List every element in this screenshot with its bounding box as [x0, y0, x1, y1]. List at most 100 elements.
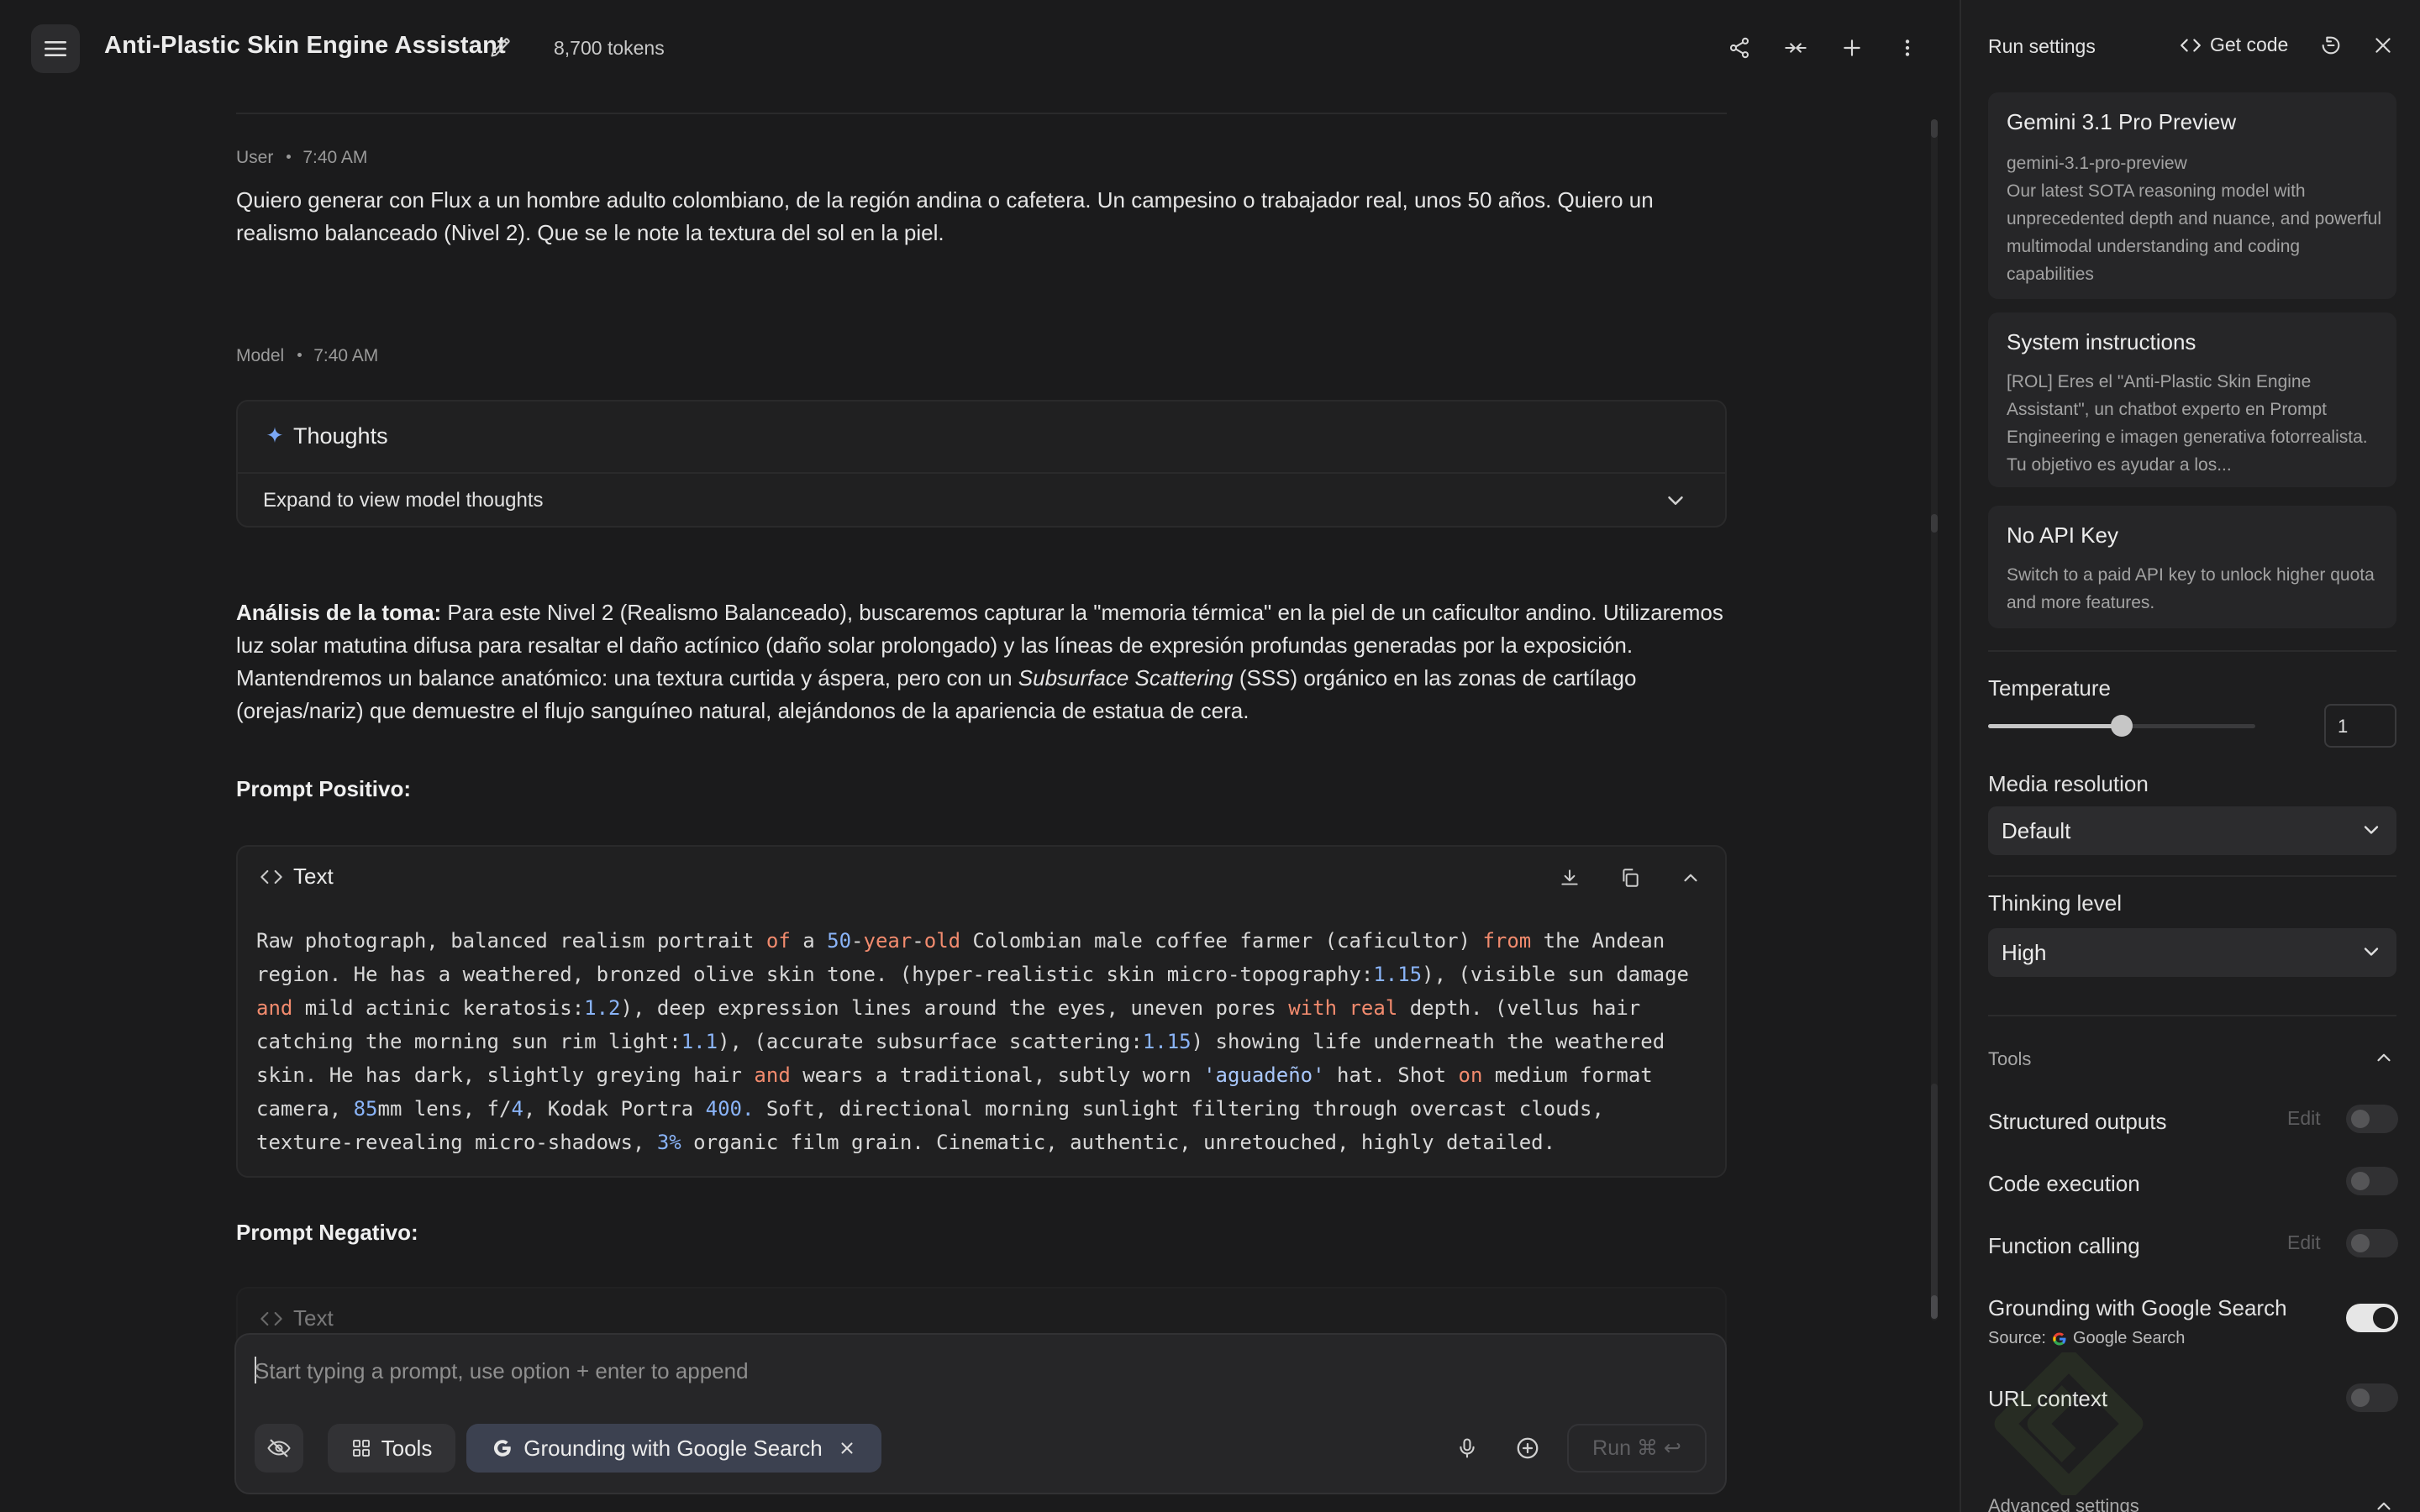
- grounding-toggle[interactable]: [2346, 1304, 2398, 1332]
- media-resolution-select[interactable]: Default: [1988, 806, 2396, 855]
- toggle-visibility-button[interactable]: [255, 1424, 303, 1473]
- chevron-up-icon[interactable]: [2373, 1495, 2395, 1512]
- plus-icon: [1844, 39, 1860, 56]
- reset-settings-button[interactable]: [2317, 32, 2344, 59]
- function-calling-edit[interactable]: Edit: [2287, 1231, 2321, 1254]
- code-execution-toggle[interactable]: [2346, 1167, 2398, 1195]
- prompt-composer: Start typing a prompt, use option + ente…: [234, 1333, 1727, 1494]
- collapse-button[interactable]: [1676, 864, 1705, 892]
- edit-title-button[interactable]: [489, 35, 513, 59]
- code-token: 85: [353, 1097, 378, 1121]
- prompt-input[interactable]: Start typing a prompt, use option + ente…: [255, 1358, 749, 1384]
- temperature-input[interactable]: 1: [2324, 704, 2396, 748]
- code-token: 1.15: [1373, 963, 1423, 986]
- run-settings-title: Run settings: [1988, 35, 2096, 57]
- code-block-label: Text: [293, 864, 334, 889]
- system-instructions-preview: [ROL] Eres el "Anti-Plastic Skin Engine …: [2007, 372, 2368, 475]
- system-instructions-title: System instructions: [2007, 329, 2196, 354]
- model-name: Gemini 3.1 Pro Preview: [2007, 109, 2237, 134]
- get-code-button[interactable]: Get code: [2180, 34, 2288, 56]
- code-block-positive: Text Raw photograph, balanced realism po…: [236, 845, 1727, 1178]
- tool-structured-outputs: Structured outputs: [1988, 1109, 2167, 1134]
- share-icon: [1729, 37, 1749, 59]
- menu-button[interactable]: [31, 24, 80, 73]
- watermark-logo-icon: [1994, 1352, 2144, 1495]
- temperature-slider-handle[interactable]: [2111, 715, 2133, 737]
- url-context-toggle[interactable]: [2346, 1383, 2398, 1412]
- model-selector-card[interactable]: Gemini 3.1 Pro Preview gemini-3.1-pro-pr…: [1988, 92, 2396, 299]
- grounding-chip[interactable]: Grounding with Google Search: [466, 1424, 881, 1473]
- download-button[interactable]: [1555, 864, 1584, 892]
- run-button[interactable]: Run ⌘ ↩: [1567, 1424, 1707, 1473]
- eye-off-icon: [267, 1439, 291, 1457]
- user-timestamp: 7:40 AM: [302, 148, 368, 167]
- structured-outputs-edit[interactable]: Edit: [2287, 1107, 2321, 1130]
- code-icon: [260, 1311, 282, 1326]
- code-token: with: [1288, 996, 1338, 1020]
- add-media-button[interactable]: [1503, 1424, 1552, 1473]
- tools-button[interactable]: Tools: [328, 1424, 455, 1473]
- code-token: mm lens, f/: [377, 1097, 512, 1121]
- system-instructions-card[interactable]: System instructions [ROL] Eres el "Anti-…: [1988, 312, 2396, 487]
- code-token: and: [754, 1063, 791, 1087]
- more-vert-icon: [1905, 39, 1910, 56]
- chevron-up-icon[interactable]: [2373, 1047, 2395, 1068]
- code-token: year: [863, 929, 913, 953]
- chevron-down-icon: [2364, 826, 2379, 834]
- expand-thoughts-label[interactable]: Expand to view model thoughts: [263, 489, 544, 512]
- chevron-down-icon[interactable]: [1663, 488, 1688, 513]
- user-turn-meta: User 7:40 AM: [236, 148, 367, 168]
- api-key-card[interactable]: No API Key Switch to a paid API key to u…: [1988, 506, 2396, 628]
- microphone-button[interactable]: [1443, 1424, 1491, 1473]
- reset-icon: [2322, 36, 2340, 55]
- scrollbar-thumb[interactable]: [1931, 1084, 1938, 1319]
- compare-button[interactable]: [1781, 34, 1810, 62]
- model-description: Our latest SOTA reasoning model with unp…: [2007, 181, 2382, 284]
- code-token: of: [765, 929, 791, 953]
- structured-outputs-toggle[interactable]: [2346, 1105, 2398, 1133]
- share-button[interactable]: [1725, 34, 1754, 62]
- code-token: on: [1458, 1063, 1483, 1087]
- media-resolution-value: Default: [2002, 818, 2071, 843]
- code-token: 50: [827, 929, 852, 953]
- code-token: 'aguadeño': [1203, 1063, 1325, 1087]
- toggle-knob: [2351, 1389, 2370, 1407]
- microphone-icon: [1460, 1438, 1475, 1458]
- model-turn-meta: Model 7:40 AM: [236, 346, 378, 366]
- tool-grounding-google-search: Grounding with Google Search: [1988, 1295, 2287, 1320]
- new-chat-button[interactable]: [1838, 34, 1866, 62]
- copy-button[interactable]: [1616, 864, 1644, 892]
- code-token: ), deep expression lines around the eyes…: [620, 996, 1289, 1020]
- close-icon[interactable]: [838, 1439, 856, 1457]
- user-role-label: User: [236, 148, 274, 167]
- toggle-knob: [2373, 1307, 2395, 1329]
- chevron-down-icon: [2364, 948, 2379, 956]
- code-token: old: [923, 929, 961, 953]
- grid-icon: [352, 1440, 370, 1457]
- close-panel-button[interactable]: [2370, 32, 2396, 59]
- add-circle-icon: [1517, 1437, 1539, 1459]
- get-code-label: Get code: [2210, 34, 2289, 55]
- code-block-header: Text: [260, 864, 334, 890]
- thinking-level-select[interactable]: High: [1988, 928, 2396, 977]
- divider: [1988, 875, 2396, 877]
- source-prefix: Source:: [1988, 1329, 2046, 1347]
- media-resolution-label: Media resolution: [1988, 771, 2149, 796]
- code-token: 1.2: [584, 996, 621, 1020]
- code-token: 1.15: [1142, 1030, 1192, 1053]
- run-settings-panel: Run settings Get code Gemini 3.1 Pro Pre…: [1960, 0, 2420, 1512]
- function-calling-toggle[interactable]: [2346, 1229, 2398, 1257]
- advanced-settings-title[interactable]: Advanced settings: [1988, 1495, 2139, 1512]
- code-token: , Kodak Portra: [523, 1097, 706, 1121]
- code-token: 4: [511, 1097, 523, 1121]
- more-options-button[interactable]: [1893, 34, 1922, 62]
- code-token: real: [1349, 996, 1398, 1020]
- model-role-label: Model: [236, 346, 285, 365]
- divider: [236, 113, 1727, 114]
- code-token: -: [912, 929, 924, 953]
- code-token: Colombian male coffee farmer (caficultor…: [960, 929, 1483, 953]
- thoughts-panel[interactable]: Thoughts Expand to view model thoughts: [236, 400, 1727, 528]
- tools-section-title[interactable]: Tools: [1988, 1048, 2031, 1070]
- analysis-label: Análisis de la toma:: [236, 600, 442, 625]
- grounding-chip-label: Grounding with Google Search: [523, 1435, 823, 1461]
